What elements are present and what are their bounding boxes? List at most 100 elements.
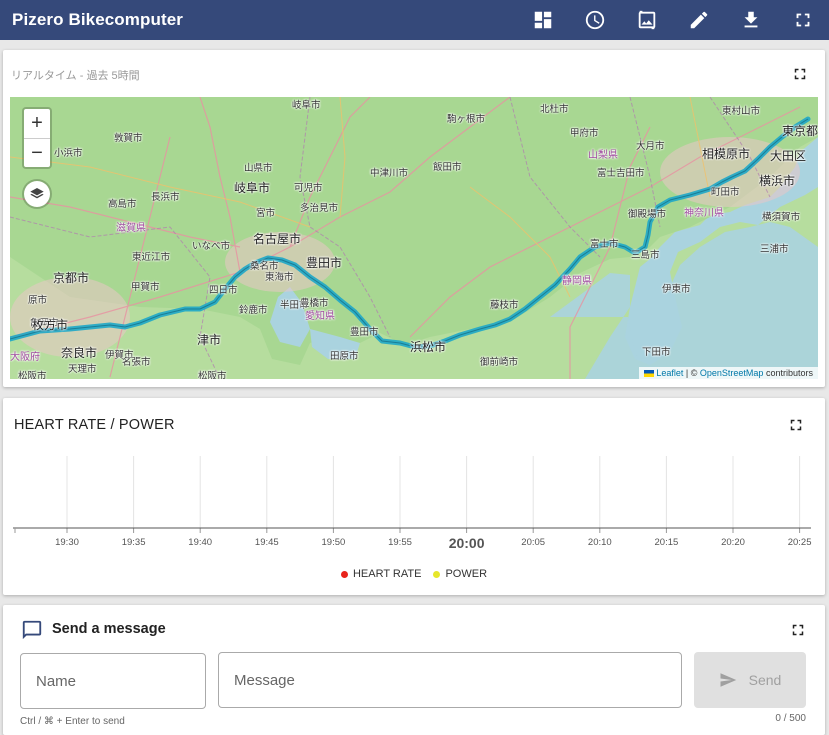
city-label: 松阪市 [198,371,227,379]
route-map[interactable]: 岐阜市 北杜市 東村山市 駒ヶ根市 敦賀市 甲府市 大月市 小浜市 山県市 中津川市 飯田市 山梨県岐… [10,97,818,379]
city-label: 名張市 [122,357,151,368]
x-tick-label: 19:35 [122,537,146,548]
city-label: 東村山市 [722,106,761,117]
city-label: 長浜市 [151,192,180,203]
x-tick-label: 19:30 [55,537,79,548]
city-label: 御殿場市 [628,209,667,220]
city-label: 岐阜市 [292,100,321,111]
city-label: 枚方市 [32,318,69,332]
city-label: 天理市 [68,364,97,375]
app-title: Pizero Bikecomputer [12,10,184,29]
city-label: 山県市 [244,163,273,174]
city-label: 三浦市 [760,244,789,255]
city-label: 小浜市 [54,148,83,159]
message-field-container [218,652,682,708]
x-tick-label: 19:40 [188,537,212,548]
layers-icon[interactable] [22,179,52,209]
city-label: 神奈川県 [684,208,724,219]
name-field-container [20,653,206,709]
city-label: 富士吉田市 [597,168,645,179]
map-attribution: Leaflet | © OpenStreetMap contributors [639,367,818,379]
message-card-title: Send a message [52,621,166,637]
city-label: 北杜市 [540,104,569,115]
city-label: 東京都 [782,124,818,138]
legend-item-power[interactable]: POWER [433,568,487,580]
city-label: 駒ヶ根市 [447,114,486,125]
city-label: 原市 [28,295,48,306]
message-card: Send a message Send Ctrl / ⌘ + Enter to … [3,605,825,735]
city-label: 飯田市 [433,162,462,173]
map-card: リアルタイム - 過去 5時間 岐阜市 北杜市 東村山市 駒ヶ根市 敦賀市 甲府… [3,50,825,387]
character-counter: 0 / 500 [775,713,806,724]
city-label: いなべ市 [192,241,231,252]
app-bar: Pizero Bikecomputer [0,0,829,40]
city-label: 田原市 [330,351,359,362]
name-input[interactable] [21,654,205,708]
city-label: 三島市 [631,250,660,261]
city-label: 藤枝市 [490,300,519,311]
image-icon[interactable] [635,8,659,32]
fullscreen-icon[interactable] [789,621,807,639]
city-label: 津市 [197,333,222,347]
osm-link[interactable]: OpenStreetMap [700,368,764,378]
heart-rate-power-chart: 19:30 19:35 19:40 19:45 19:50 19:55 20:00 20:05… [13,456,811,551]
x-tick-label: 20:15 [655,537,679,548]
city-label: 鈴鹿市 [239,305,268,316]
city-label: 大田区 [770,149,807,163]
city-label: 静岡県 [562,276,592,287]
download-icon[interactable] [739,8,763,32]
send-icon [720,673,736,687]
attribution-separator: | © [685,368,698,378]
fullscreen-icon[interactable] [791,8,815,32]
send-button[interactable]: Send [694,652,806,708]
zoom-out-button[interactable]: − [24,138,50,167]
city-label: 名古屋市 [253,232,302,246]
city-label: 大阪府 [10,352,40,363]
fullscreen-icon[interactable] [791,65,809,83]
city-label: 御前崎市 [480,357,519,368]
city-label: 町田市 [711,187,740,198]
legend-dot [433,570,441,578]
city-label: 富士市 [590,239,619,250]
x-tick-label: 20:20 [721,537,745,548]
city-label: 愛知県 [305,311,335,322]
toolbar-actions [503,0,815,40]
city-label: 豊田市 [306,256,343,270]
x-tick-label: 19:50 [322,537,346,548]
city-label: 滋賀県 [116,223,146,234]
send-hint: Ctrl / ⌘ + Enter to send [20,716,125,727]
message-input[interactable] [219,653,681,707]
attribution-contributors: contributors [765,368,813,378]
city-label: 下田市 [642,347,671,358]
city-label: 甲賀市 [131,282,160,293]
send-button-label: Send [748,672,782,688]
city-label: 松阪市 [18,371,47,379]
legend-label: HEART RATE [352,568,422,580]
city-label: 大月市 [636,141,665,152]
x-tick-label: 19:55 [388,537,412,548]
zoom-in-button[interactable]: + [24,109,50,138]
chart-title: HEART RATE / POWER [14,417,175,433]
x-tick-label: 20:05 [521,537,545,548]
leaflet-link[interactable]: Leaflet [656,368,683,378]
chart-card: HEART RATE / POWER 19:30 19:35 19:40 19:45 1… [3,398,825,595]
city-label: 敦賀市 [114,133,143,144]
fullscreen-icon[interactable] [787,416,805,434]
edit-icon[interactable] [687,8,711,32]
city-label: 京都市 [53,271,90,285]
city-label: 中津川市 [370,168,409,179]
dashboard-icon[interactable] [531,8,555,32]
history-icon[interactable] [583,8,607,32]
map-subtitle: リアルタイム - 過去 5時間 [11,70,140,82]
city-label: 甲府市 [570,128,599,139]
city-label: 横浜市 [759,174,796,188]
zoom-control: + − [22,107,52,169]
city-label: 伊東市 [662,284,691,295]
city-label: 横須賀市 [762,212,801,223]
legend-dot [340,570,348,578]
legend-label: POWER [445,568,488,580]
city-label: 奈良市 [61,346,98,360]
city-label: 山梨県 [588,150,618,161]
legend-item-heart-rate[interactable]: HEART RATE [340,568,422,580]
chart-legend: HEART RATE POWER [3,568,825,580]
